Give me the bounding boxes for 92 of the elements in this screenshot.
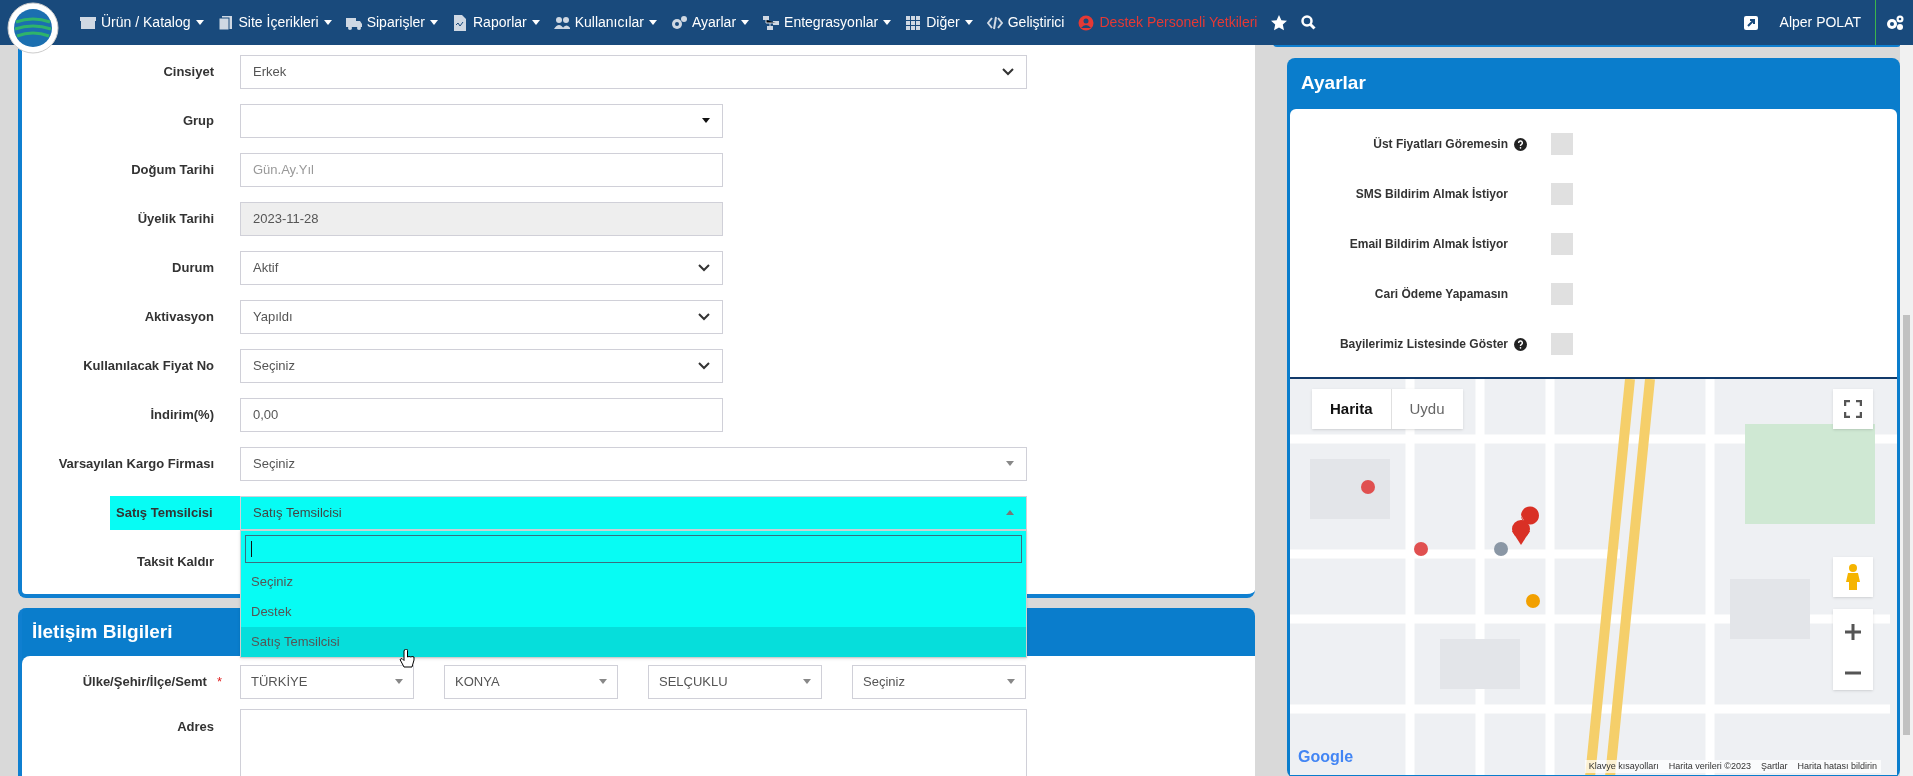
- chevron-icon: [698, 312, 710, 321]
- map-logo: Google: [1298, 747, 1354, 767]
- text-input[interactable]: 0,00: [240, 397, 723, 432]
- chevron-icon: [698, 361, 710, 370]
- map-footer-link[interactable]: Harita hatası bildirin: [1797, 759, 1877, 773]
- field-label: Grup: [182, 111, 214, 130]
- field-label: Adres: [177, 718, 214, 736]
- nav-menu-item[interactable]: Ayarlar: [670, 12, 750, 33]
- person-icon: [1846, 563, 1860, 591]
- map-footer-link[interactable]: Klavye kısayolları: [1588, 759, 1659, 773]
- external-link-icon: [1743, 15, 1758, 30]
- map-type-tab[interactable]: Harita: [1312, 389, 1391, 429]
- field-label: Ülke/Şehir/İlçe/Semt: [82, 672, 207, 691]
- grid-icon: [905, 14, 922, 31]
- select-field[interactable]: Seçiniz: [852, 664, 1026, 699]
- caret-icon: [599, 679, 607, 684]
- fullscreen-icon: [1844, 400, 1862, 418]
- select-field[interactable]: [240, 103, 723, 138]
- code-icon: [986, 14, 1003, 31]
- setting-label: SMS Bildirim Almak İstiyor: [1355, 186, 1508, 203]
- map-footer-link[interactable]: Şartlar: [1760, 759, 1788, 773]
- dropdown-option[interactable]: Seçiniz: [241, 566, 1026, 597]
- chevron-icon: [1002, 67, 1014, 76]
- dropdown-option[interactable]: Destek: [241, 596, 1026, 627]
- select-field[interactable]: Seçiniz: [240, 348, 723, 383]
- caret-icon: [803, 679, 811, 684]
- nav-menu-item[interactable]: Diğer: [905, 12, 973, 33]
- search-field[interactable]: [245, 534, 1022, 563]
- checkbox[interactable]: [1551, 283, 1573, 305]
- caret-icon: [1007, 679, 1015, 684]
- field-label: İndirim(%): [150, 405, 214, 424]
- select-field[interactable]: TÜRKİYE: [240, 664, 414, 699]
- report-icon: [452, 14, 468, 31]
- checkbox[interactable]: [1551, 233, 1573, 255]
- nav-menu-item[interactable]: Geliştirici: [986, 12, 1065, 33]
- nav-menu-item[interactable]: Ürün / Katalog: [80, 12, 204, 33]
- field-label: Doğum Tarihi: [131, 160, 214, 179]
- select-field[interactable]: Aktif: [240, 250, 723, 285]
- scrollbar-thumb[interactable]: [1903, 315, 1910, 735]
- section-title: Ayarlar: [1300, 71, 1367, 96]
- zoom-out-icon: [1845, 670, 1861, 675]
- nav-menu-item[interactable]: Siparişler: [345, 12, 438, 33]
- checkbox[interactable]: [1551, 183, 1573, 205]
- files-icon: [217, 14, 234, 31]
- fullscreen-button[interactable]: [1833, 389, 1873, 429]
- setting-label: Cari Ödeme Yapamasın: [1374, 286, 1508, 303]
- address-field[interactable]: [240, 709, 1027, 776]
- caret-icon: [1006, 461, 1014, 466]
- field-label: Satış Temsilcisi: [110, 495, 240, 530]
- checkbox[interactable]: [1551, 133, 1573, 155]
- nav-menu-item[interactable]: Raporlar: [452, 12, 540, 33]
- select-field[interactable]: Erkek: [240, 54, 1027, 89]
- field-label: Durum: [172, 258, 214, 277]
- nav-menu-item[interactable]: Entegrasyonlar: [763, 12, 892, 33]
- field-label: Aktivasyon: [144, 307, 214, 326]
- caret-icon: [702, 118, 710, 123]
- map-type-tab[interactable]: Uydu: [1390, 389, 1463, 429]
- section-title: İletişim Bilgileri: [32, 619, 173, 644]
- gears-icon: [670, 14, 687, 31]
- box-icon: [80, 14, 96, 31]
- users-icon: [553, 14, 570, 31]
- caret-icon: [395, 679, 403, 684]
- text-input[interactable]: Gün.Ay.Yıl: [240, 152, 723, 187]
- nav-menu-item[interactable]: Kullanıcılar: [553, 12, 657, 33]
- scrollbar[interactable]: [1900, 45, 1913, 776]
- select-field[interactable]: KONYA: [444, 664, 618, 699]
- select-field[interactable]: Yapıldı: [240, 299, 723, 334]
- select-field[interactable]: Seçiniz: [240, 446, 1027, 481]
- dropdown-option[interactable]: Satış Temsilcisi: [241, 626, 1026, 657]
- user-name[interactable]: Alper POLAT: [1779, 12, 1861, 33]
- field-label: Kullanılacak Fiyat No: [83, 356, 214, 375]
- setting-label: Bayilerimiz Listesinde Göster: [1339, 336, 1508, 353]
- network-icon: [763, 14, 780, 31]
- settings-icon: [1885, 14, 1904, 31]
- nav-menu-item[interactable]: Site İçerikleri: [217, 12, 332, 33]
- caret-up-icon: [1006, 510, 1014, 515]
- required-mark: *: [216, 672, 222, 691]
- setting-label: Email Bildirim Almak İstiyor: [1349, 236, 1508, 253]
- field-label: Varsayılan Kargo Firması: [58, 454, 214, 473]
- search-icon: [1301, 15, 1317, 30]
- field-label: Taksit Kaldır: [136, 552, 214, 571]
- map-footer-link[interactable]: Harita verileri ©2023: [1668, 759, 1751, 773]
- setting-label: Üst Fiyatları Göremesin: [1373, 136, 1508, 153]
- chevron-icon: [698, 263, 710, 272]
- select-field[interactable]: SELÇUKLU: [648, 664, 822, 699]
- field-label: Üyelik Tarihi: [137, 209, 214, 228]
- star-icon: [1271, 14, 1288, 31]
- field-label: Cinsiyet: [163, 62, 214, 81]
- user-circle-icon: [1078, 14, 1095, 31]
- street-view-button[interactable]: [1833, 557, 1873, 597]
- zoom-in-icon: [1845, 624, 1861, 641]
- checkbox[interactable]: [1551, 333, 1573, 355]
